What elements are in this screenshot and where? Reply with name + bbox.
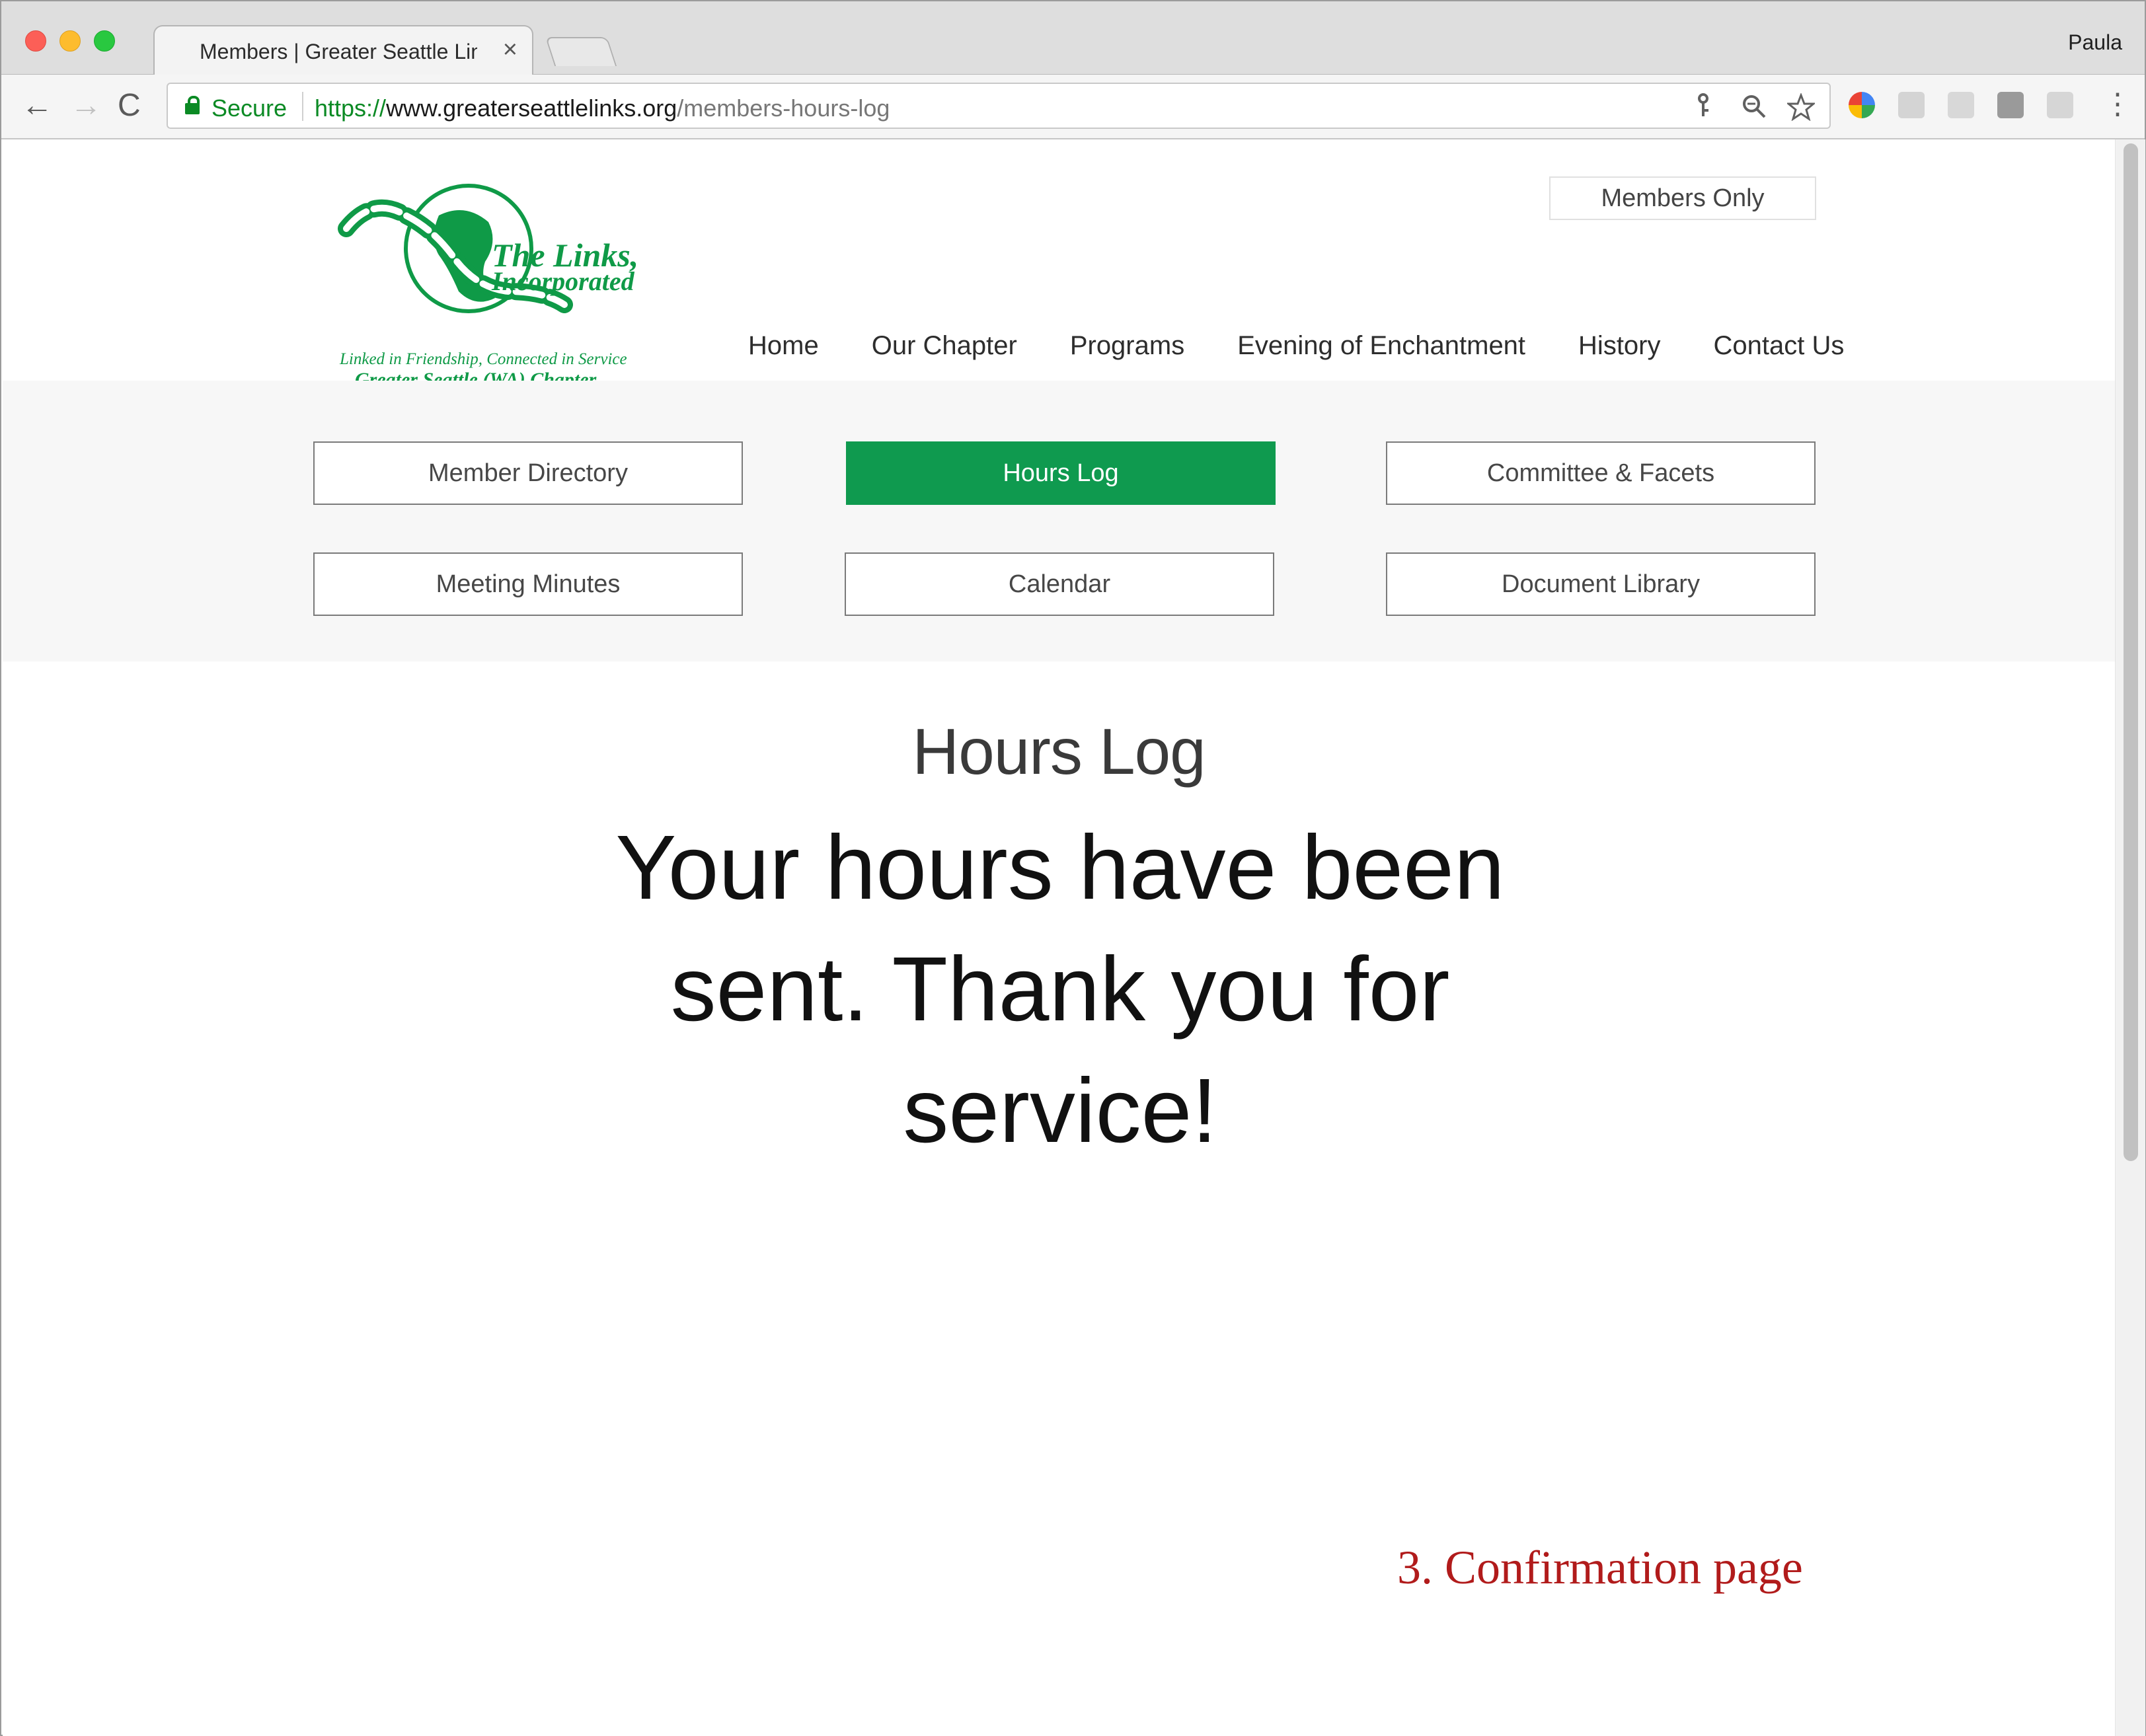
members-only-button[interactable]: Members Only bbox=[1549, 176, 1816, 220]
nav-history[interactable]: History bbox=[1578, 331, 1660, 361]
page-scrollbar[interactable] bbox=[2115, 139, 2145, 1736]
main-nav: Home Our Chapter Programs Evening of Enc… bbox=[748, 331, 1844, 361]
profile-name[interactable]: Paula bbox=[2068, 30, 2122, 55]
close-window-button[interactable] bbox=[25, 30, 46, 52]
nav-home[interactable]: Home bbox=[748, 331, 819, 361]
key-icon[interactable] bbox=[1695, 93, 1712, 125]
document-library-button[interactable]: Document Library bbox=[1386, 552, 1816, 616]
tab-close-icon[interactable]: × bbox=[503, 36, 517, 64]
lock-icon bbox=[185, 96, 200, 114]
address-separator bbox=[302, 92, 303, 121]
scrollbar-thumb[interactable] bbox=[2124, 143, 2138, 1161]
reload-button[interactable]: C bbox=[118, 89, 141, 122]
committee-facets-button[interactable]: Committee & Facets bbox=[1386, 441, 1816, 505]
drive-icon[interactable] bbox=[1898, 92, 1925, 118]
url-text[interactable]: https://www.greaterseattlelinks.org/memb… bbox=[315, 94, 890, 122]
google-icon[interactable] bbox=[2047, 92, 2073, 118]
title-bar: Members | Greater Seattle Links × Paula bbox=[1, 1, 2145, 75]
hours-log-button[interactable]: Hours Log bbox=[846, 441, 1276, 505]
chrome-extension-icon[interactable] bbox=[1849, 92, 1875, 118]
browser-menu-icon[interactable]: ⋮ bbox=[2103, 88, 2132, 121]
back-button[interactable]: ← bbox=[21, 89, 53, 122]
browser-tab-members[interactable]: Members | Greater Seattle Links × bbox=[153, 25, 533, 75]
logo-name-line2: Incorporated bbox=[492, 266, 634, 296]
dropbox-icon[interactable] bbox=[1948, 92, 1974, 118]
confirmation-message: Your hours have been sent. Thank you for… bbox=[615, 817, 1505, 1162]
forward-button[interactable]: → bbox=[70, 89, 102, 122]
web-page: The Links, Incorporated Linked in Friend… bbox=[3, 139, 2115, 1736]
extension-icon[interactable] bbox=[1997, 92, 2024, 118]
member-menu: Member Directory Hours Log Committee & F… bbox=[3, 381, 2115, 661]
annotation-caption: 3. Confirmation page bbox=[1397, 1541, 1803, 1594]
address-bar[interactable]: Secure https://www.greaterseattlelinks.o… bbox=[167, 83, 1831, 129]
star-icon[interactable] bbox=[1785, 92, 1817, 128]
browser-toolbar: ← → C Secure https://www.greaterseattlel… bbox=[1, 75, 2145, 139]
nav-programs[interactable]: Programs bbox=[1070, 331, 1184, 361]
nav-evening-of-enchantment[interactable]: Evening of Enchantment bbox=[1237, 331, 1525, 361]
meeting-minutes-button[interactable]: Meeting Minutes bbox=[313, 552, 743, 616]
minimize-window-button[interactable] bbox=[59, 30, 81, 52]
calendar-button[interactable]: Calendar bbox=[845, 552, 1274, 616]
secure-label: Secure bbox=[211, 94, 287, 122]
page-title: Hours Log bbox=[912, 715, 1206, 788]
zoom-icon[interactable] bbox=[1741, 93, 1767, 126]
logo-tagline: Linked in Friendship, Connected in Servi… bbox=[340, 350, 627, 368]
nav-contact-us[interactable]: Contact Us bbox=[1714, 331, 1845, 361]
tab-title: Members | Greater Seattle Links bbox=[200, 40, 477, 63]
maximize-window-button[interactable] bbox=[94, 30, 115, 52]
browser-window: Members | Greater Seattle Links × Paula … bbox=[0, 0, 2146, 1736]
member-directory-button[interactable]: Member Directory bbox=[313, 441, 743, 505]
new-tab-button[interactable] bbox=[545, 37, 617, 66]
site-logo[interactable]: The Links, Incorporated Linked in Friend… bbox=[333, 176, 650, 391]
nav-our-chapter[interactable]: Our Chapter bbox=[872, 331, 1017, 361]
